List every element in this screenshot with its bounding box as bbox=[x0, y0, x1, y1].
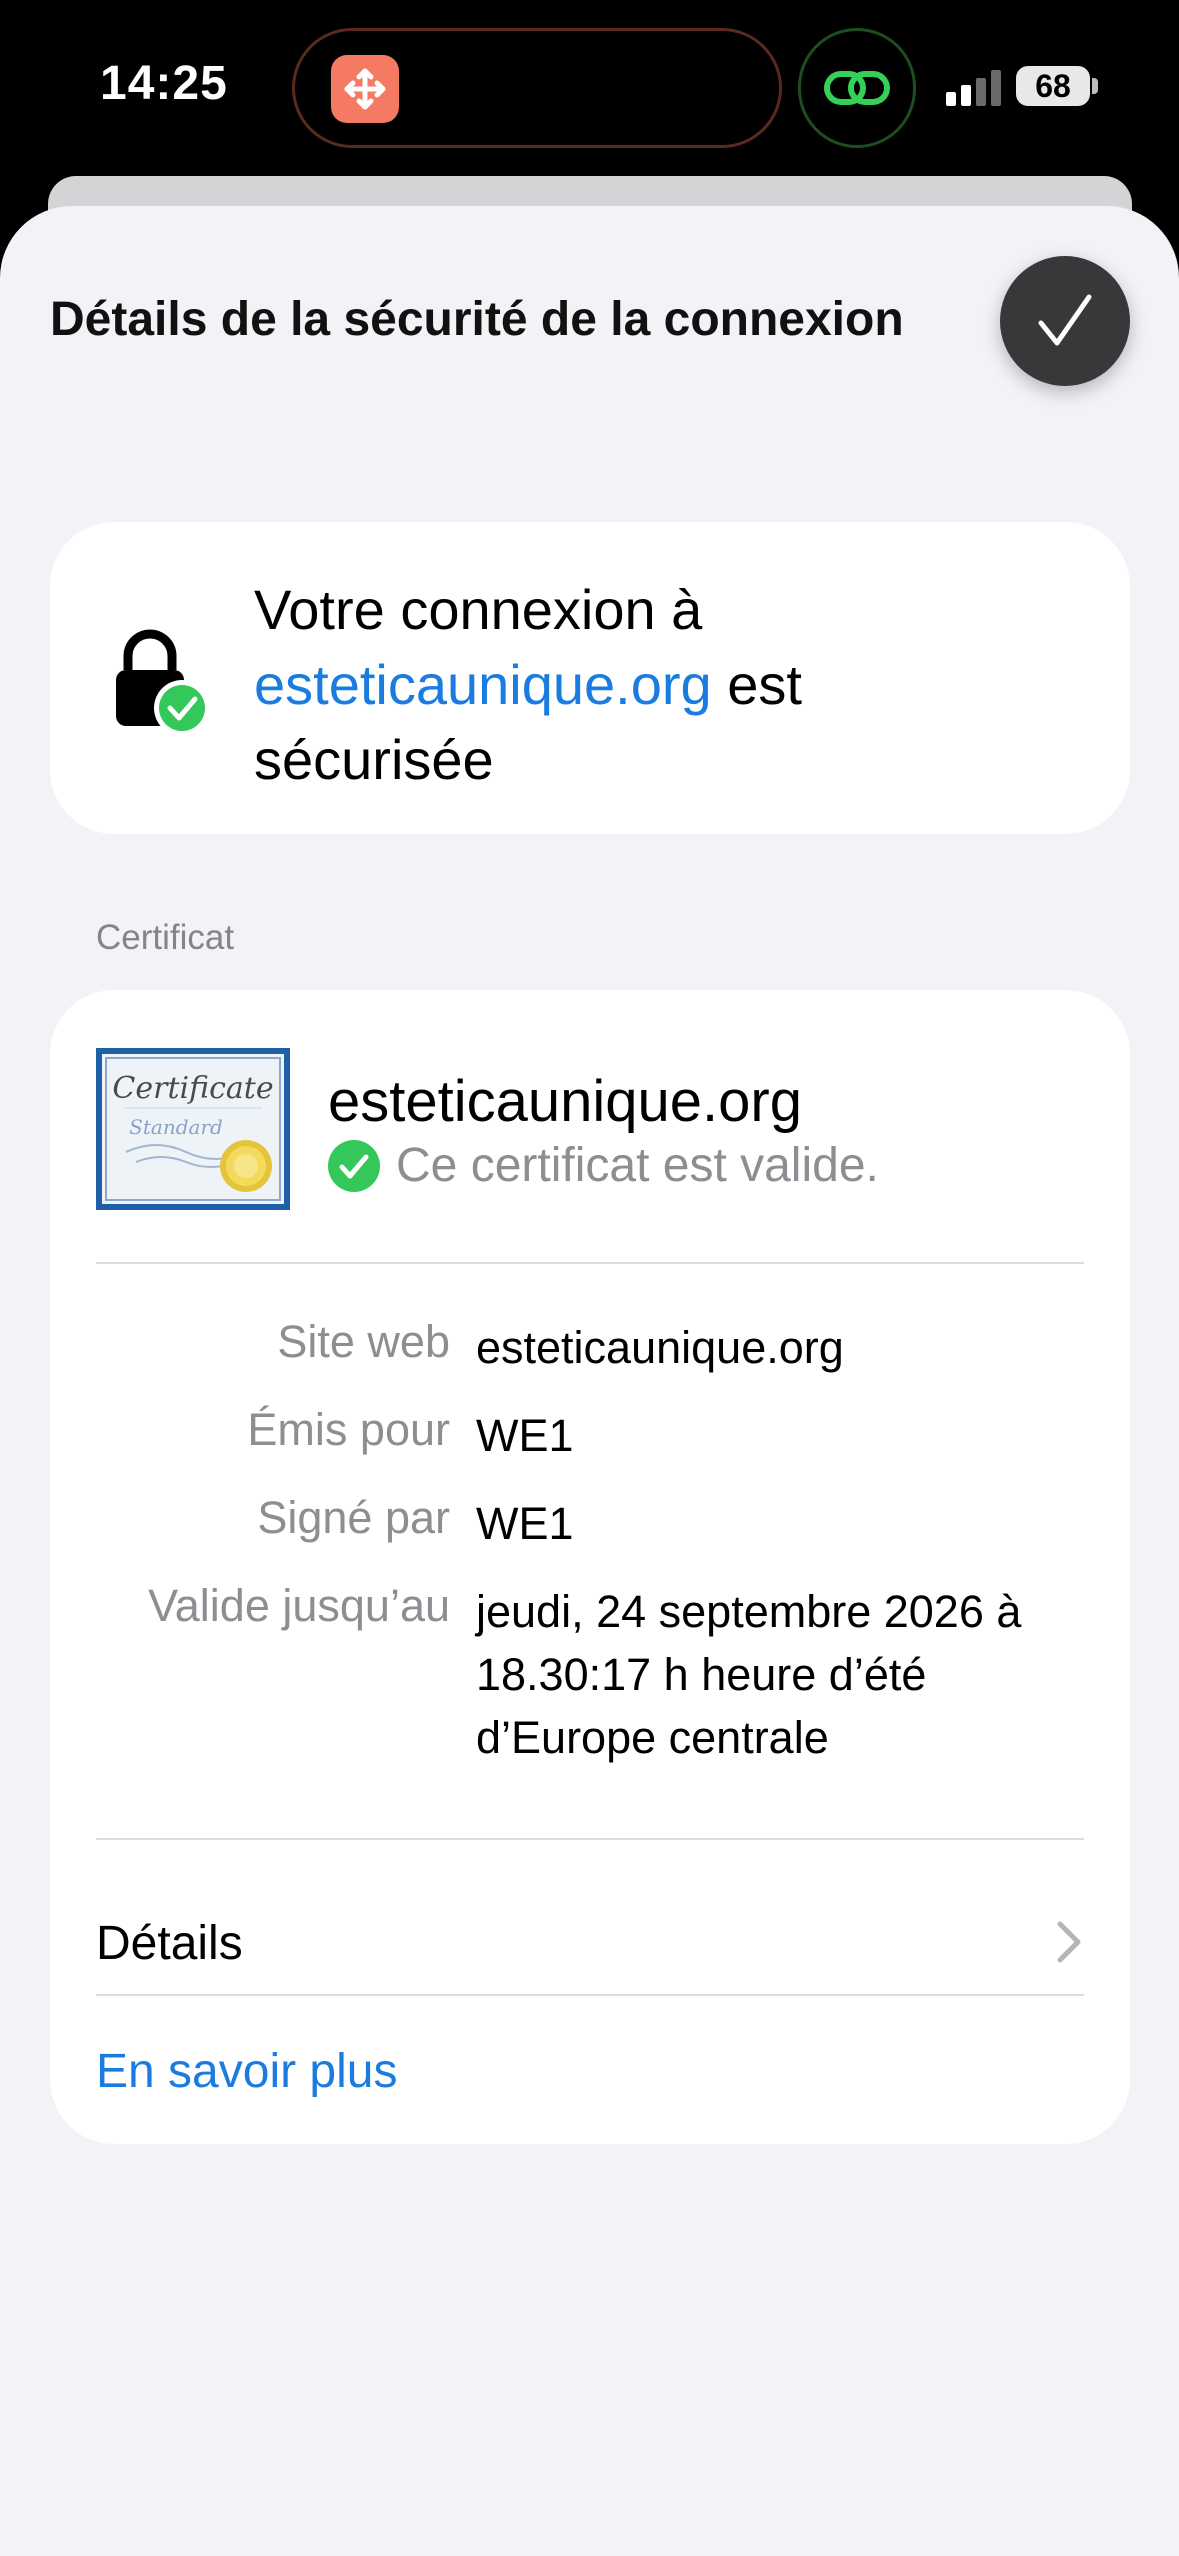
secure-connection-card: Votre connexion à esteticaunique.org est… bbox=[50, 522, 1130, 834]
info-label: Valide jusqu’au bbox=[148, 1580, 450, 1631]
battery-terminal bbox=[1092, 78, 1098, 94]
move-app-icon[interactable] bbox=[331, 55, 399, 123]
info-label: Site web bbox=[277, 1316, 450, 1367]
checkmark-icon bbox=[1038, 294, 1092, 346]
info-label: Émis pour bbox=[247, 1404, 450, 1455]
info-value: esteticaunique.org bbox=[476, 1322, 844, 1373]
battery-indicator: 68 bbox=[1016, 66, 1090, 106]
domain-link[interactable]: esteticaunique.org bbox=[254, 653, 712, 716]
info-label: Signé par bbox=[257, 1492, 450, 1543]
certificate-domain: esteticaunique.org bbox=[328, 1069, 802, 1134]
sheet-title: Détails de la sécurité de la connexion bbox=[50, 293, 904, 346]
secure-text-suffix: est bbox=[727, 653, 802, 716]
secure-connection-message: Votre connexion à esteticaunique.org est… bbox=[254, 572, 1074, 797]
status-time: 14:25 bbox=[100, 57, 228, 110]
lock-check-icon bbox=[106, 622, 216, 742]
dynamic-island[interactable] bbox=[292, 28, 782, 148]
cellular-signal-icon bbox=[946, 70, 1001, 106]
svg-text:Standard: Standard bbox=[129, 1115, 223, 1139]
info-value: WE1 bbox=[476, 1410, 574, 1461]
valid-check-icon bbox=[328, 1139, 380, 1192]
info-value: WE1 bbox=[476, 1498, 574, 1549]
done-button[interactable] bbox=[1000, 256, 1130, 386]
secure-text-prefix: Votre connexion à bbox=[254, 578, 703, 641]
divider bbox=[96, 1262, 1084, 1264]
divider bbox=[96, 1838, 1084, 1840]
certificate-status: Ce certificat est valide. bbox=[328, 1138, 879, 1193]
details-label: Détails bbox=[96, 1917, 243, 1970]
learn-more-link[interactable]: En savoir plus bbox=[96, 2044, 397, 2099]
secure-text-end: sécurisée bbox=[254, 728, 494, 791]
connection-security-sheet: Détails de la sécurité de la connexion V… bbox=[0, 206, 1179, 2556]
certificate-card: Certificate Standard esteticaunique.org … bbox=[50, 990, 1130, 2144]
certificate-image: Certificate Standard bbox=[96, 1048, 290, 1210]
certificate-status-text: Ce certificat est valide. bbox=[396, 1139, 879, 1192]
screen: 14:25 68 Détails de la sécurité de la co… bbox=[0, 0, 1179, 2556]
divider bbox=[96, 1994, 1084, 1996]
svg-text:Certificate: Certificate bbox=[112, 1071, 273, 1106]
link-activity-icon[interactable] bbox=[798, 28, 916, 148]
details-row[interactable]: Détails bbox=[96, 1890, 1084, 1990]
info-value: jeudi, 24 septembre 2026 à 18.30:17 h he… bbox=[476, 1586, 1022, 1763]
chevron-right-icon bbox=[1057, 1921, 1081, 1963]
certificate-section-label: Certificat bbox=[96, 918, 235, 957]
